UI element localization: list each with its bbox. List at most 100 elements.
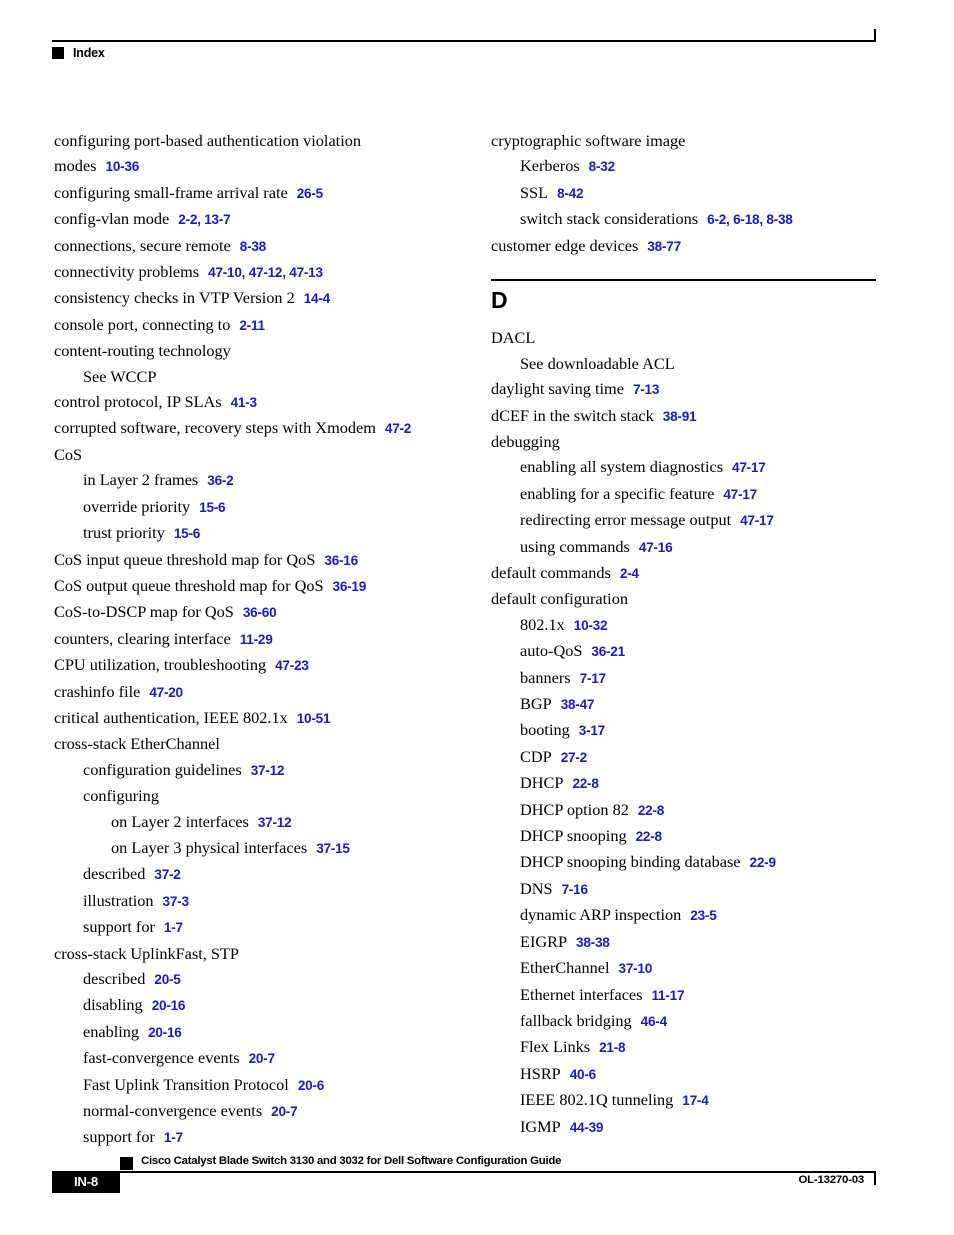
index-entry: DHCP snooping 22-8 <box>491 823 883 849</box>
index-entry-page-reference[interactable]: 22-9 <box>750 855 776 870</box>
index-entry-term: dynamic ARP inspection <box>520 905 682 925</box>
index-entry-page-reference[interactable]: 22-8 <box>636 829 662 844</box>
index-entry: using commands 47-16 <box>491 534 883 560</box>
index-page: Index configuring port-based authenticat… <box>0 0 954 1235</box>
index-entry-page-reference[interactable]: 14-4 <box>304 291 330 306</box>
index-entry-term: debugging <box>491 431 560 451</box>
index-entry-page-reference[interactable]: 36-16 <box>324 553 358 568</box>
index-entry-page-reference[interactable]: 37-3 <box>163 894 189 909</box>
index-entry-page-reference[interactable]: 40-6 <box>570 1067 596 1082</box>
index-entry-page-reference[interactable]: 38-47 <box>561 697 595 712</box>
index-entry-page-reference[interactable]: 22-8 <box>572 776 598 791</box>
index-entry-page-reference[interactable]: 23-5 <box>690 908 716 923</box>
index-entry-page-reference[interactable]: 20-16 <box>148 1025 182 1040</box>
index-entry-term: booting <box>520 720 570 740</box>
index-entry-page-reference[interactable]: 38-91 <box>663 409 697 424</box>
index-entry-page-reference[interactable]: 47-17 <box>723 487 757 502</box>
index-entry-page-reference[interactable]: 7-17 <box>580 671 606 686</box>
index-entry-page-reference[interactable]: 20-5 <box>154 972 180 987</box>
index-entry-page-reference[interactable]: 47-16 <box>639 540 673 555</box>
index-entry-page-reference[interactable]: 38-77 <box>647 239 681 254</box>
index-entry: CoS <box>54 442 446 467</box>
index-entry-page-reference[interactable]: 47-20 <box>149 685 183 700</box>
index-entry: control protocol, IP SLAs 41-3 <box>54 389 446 415</box>
index-entry-term: counters, clearing interface <box>54 628 231 648</box>
index-entry-page-reference[interactable]: 41-3 <box>231 395 257 410</box>
index-entry-page-reference[interactable]: 37-10 <box>619 961 653 976</box>
index-entry: configuring small-frame arrival rate 26-5 <box>54 180 446 206</box>
index-entry-page-reference[interactable]: 36-60 <box>243 605 277 620</box>
index-entry-page-reference[interactable]: 20-6 <box>298 1078 324 1093</box>
index-letter-section: D <box>491 279 883 312</box>
index-entry-page-reference[interactable]: 3-17 <box>579 723 605 738</box>
index-entry-page-reference[interactable]: 36-2 <box>207 473 233 488</box>
index-entry-page-reference[interactable]: 37-2 <box>154 867 180 882</box>
index-entry-page-reference[interactable]: 1-7 <box>164 1130 183 1145</box>
index-entry-page-reference[interactable]: 17-4 <box>682 1093 708 1108</box>
index-entry-page-reference[interactable]: 36-21 <box>591 644 625 659</box>
index-entry-term: IGMP <box>520 1116 561 1136</box>
index-entry-page-reference[interactable]: 7-13 <box>633 382 659 397</box>
index-entry-term: customer edge devices <box>491 235 639 255</box>
index-entry-page-reference[interactable]: 37-12 <box>251 763 285 778</box>
index-entry-page-reference[interactable]: 22-8 <box>638 803 664 818</box>
index-entry-page-reference[interactable]: 6-2, 6-18, 8-38 <box>707 212 793 227</box>
index-entry-page-reference[interactable]: 47-23 <box>275 658 309 673</box>
index-entry-page-reference[interactable]: 10-36 <box>106 159 140 174</box>
index-entry: BGP 38-47 <box>491 691 883 717</box>
index-entry-page-reference[interactable]: 37-12 <box>258 815 292 830</box>
index-entry-page-reference[interactable]: 47-2 <box>385 421 411 436</box>
index-entry: DNS 7-16 <box>491 876 883 902</box>
index-entry-page-reference[interactable]: 20-7 <box>249 1051 275 1066</box>
index-entry-page-reference[interactable]: 8-38 <box>240 239 266 254</box>
index-entry-page-reference[interactable]: 20-7 <box>271 1104 297 1119</box>
index-entry-page-reference[interactable]: 47-10, 47-12, 47-13 <box>208 265 323 280</box>
index-entry-page-reference[interactable]: 11-29 <box>240 632 273 647</box>
index-entry-page-reference[interactable]: 47-17 <box>740 513 774 528</box>
index-entry-term: fast-convergence events <box>83 1048 240 1068</box>
index-entry-page-reference[interactable]: 2-2, 13-7 <box>178 212 230 227</box>
index-entry: illustration 37-3 <box>54 888 446 914</box>
index-entry: cross-stack EtherChannel <box>54 731 446 756</box>
index-entry-term: auto-QoS <box>520 641 583 661</box>
index-entry-term: DHCP snooping binding database <box>520 852 741 872</box>
header-rule-tick <box>874 29 876 42</box>
index-entry-page-reference[interactable]: 8-32 <box>589 159 615 174</box>
index-entry: described 20-5 <box>54 966 446 992</box>
index-entry-page-reference[interactable]: 15-6 <box>174 526 200 541</box>
index-entry: console port, connecting to 2-11 <box>54 312 446 338</box>
index-entry-page-reference[interactable]: 1-7 <box>164 920 183 935</box>
index-entry-page-reference[interactable]: 10-51 <box>297 711 331 726</box>
index-entry: CPU utilization, troubleshooting 47-23 <box>54 652 446 678</box>
index-entry: counters, clearing interface 11-29 <box>54 626 446 652</box>
index-entry-term: HSRP <box>520 1063 561 1083</box>
index-entry-page-reference[interactable]: 44-39 <box>570 1120 604 1135</box>
index-entry-page-reference[interactable]: 20-16 <box>152 998 186 1013</box>
index-entry-term: DHCP option 82 <box>520 799 629 819</box>
index-entry-page-reference[interactable]: 11-17 <box>652 988 685 1003</box>
index-entry: CoS input queue threshold map for QoS 36-… <box>54 547 446 573</box>
index-entry-page-reference[interactable]: 27-2 <box>561 750 587 765</box>
index-entry-page-reference[interactable]: 36-19 <box>333 579 367 594</box>
index-entry-page-reference[interactable]: 38-38 <box>576 935 610 950</box>
index-entry-page-reference[interactable]: 47-17 <box>732 460 766 475</box>
index-entry: Ethernet interfaces 11-17 <box>491 982 883 1008</box>
index-entry: config-vlan mode 2-2, 13-7 <box>54 206 446 232</box>
index-entry-page-reference[interactable]: 15-6 <box>199 500 225 515</box>
index-entry-page-reference[interactable]: 2-11 <box>239 318 265 333</box>
index-entry-page-reference[interactable]: 26-5 <box>297 186 323 201</box>
index-entry: fast-convergence events 20-7 <box>54 1045 446 1071</box>
index-entry: Kerberos 8-32 <box>491 153 883 179</box>
index-entry-page-reference[interactable]: 10-32 <box>574 618 608 633</box>
index-entry-page-reference[interactable]: 21-8 <box>599 1040 625 1055</box>
index-entry-page-reference[interactable]: 2-4 <box>620 566 639 581</box>
index-entry: DACL <box>491 325 883 350</box>
index-entry-term: enabling for a specific feature <box>520 483 715 503</box>
index-entry: CoS-to-DSCP map for QoS 36-60 <box>54 599 446 625</box>
index-entry-page-reference[interactable]: 46-4 <box>641 1014 667 1029</box>
index-entry-page-reference[interactable]: 8-42 <box>557 186 583 201</box>
index-entry-page-reference[interactable]: 37-15 <box>316 841 350 856</box>
index-entry-term: default commands <box>491 563 611 583</box>
index-entry: trust priority 15-6 <box>54 520 446 546</box>
index-entry-page-reference[interactable]: 7-16 <box>562 882 588 897</box>
